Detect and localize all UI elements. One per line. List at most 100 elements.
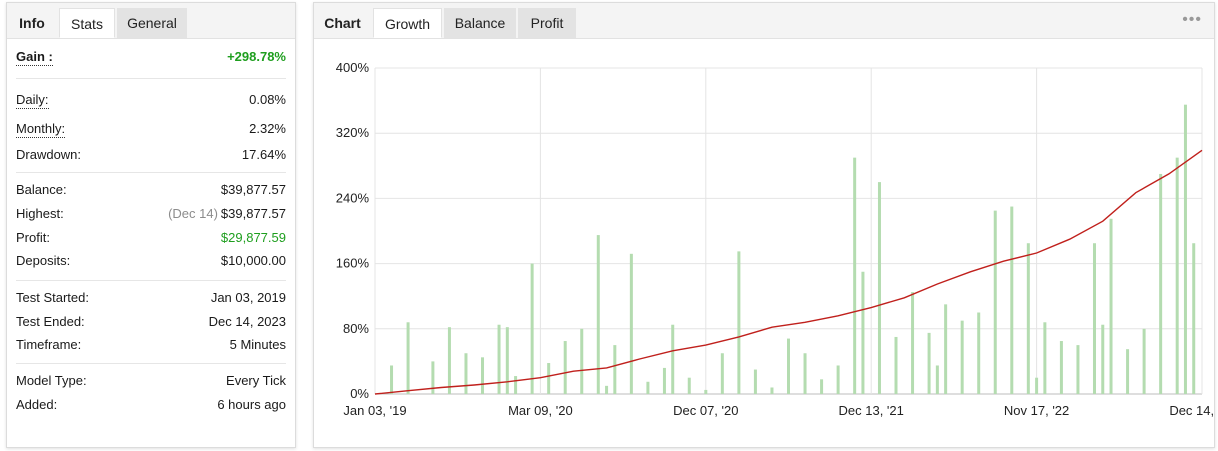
growth-bar [820, 379, 824, 394]
added-row: Added: 6 hours ago [16, 394, 286, 416]
balance-label: Balance: [16, 182, 67, 197]
growth-bar [836, 365, 840, 394]
test-started-row: Test Started: Jan 03, 2019 [16, 287, 286, 309]
growth-bar [1059, 341, 1063, 394]
timeframe-row: Timeframe: 5 Minutes [16, 334, 286, 356]
model-type-label: Model Type: [16, 373, 87, 388]
test-ended-label: Test Ended: [16, 314, 85, 329]
highest-date: (Dec 14) [168, 206, 218, 221]
growth-bar [1142, 328, 1146, 394]
y-tick-label: 0% [350, 386, 369, 401]
gain-row: Gain : +298.78% [16, 46, 286, 68]
drawdown-value: 17.64% [241, 147, 286, 162]
growth-bar [613, 345, 617, 394]
growth-bar [944, 304, 948, 394]
growth-bar [977, 312, 981, 394]
growth-bar [497, 324, 501, 394]
tab-chart[interactable]: Chart [314, 8, 371, 38]
test-ended-row: Test Ended: Dec 14, 2023 [16, 311, 286, 333]
growth-bar [911, 292, 915, 394]
growth-bar [605, 385, 609, 394]
growth-bar [1109, 218, 1113, 394]
growth-bar [1101, 324, 1105, 394]
daily-label[interactable]: Daily: [16, 92, 49, 109]
tab-balance[interactable]: Balance [444, 8, 516, 38]
growth-bar [406, 322, 410, 394]
growth-bar [770, 387, 774, 394]
x-tick-label: Nov 17, '22 [1004, 403, 1069, 418]
growth-bar [505, 327, 509, 394]
growth-bar [671, 324, 675, 394]
model-type-row: Model Type: Every Tick [16, 370, 286, 392]
tab-profit[interactable]: Profit [518, 8, 576, 38]
growth-bar [514, 376, 518, 394]
y-tick-label: 240% [336, 190, 370, 205]
tab-general[interactable]: General [117, 8, 187, 38]
x-tick-label: Mar 09, '20 [508, 403, 573, 418]
drawdown-label: Drawdown: [16, 147, 82, 162]
growth-bar [803, 353, 807, 394]
stats-panel: Info Stats General Gain : +298.78% Daily… [6, 2, 296, 448]
growth-bar [1159, 173, 1163, 394]
deposits-value: $10,000.00 [220, 253, 286, 268]
monthly-label[interactable]: Monthly: [16, 121, 66, 138]
growth-bar [1092, 243, 1096, 394]
growth-bar [447, 327, 451, 394]
divider [16, 78, 286, 79]
y-tick-label: 160% [336, 256, 370, 271]
test-started-value: Jan 03, 2019 [210, 290, 286, 305]
divider [16, 172, 286, 173]
highest-value: $39,877.57 [220, 206, 286, 221]
growth-bar [935, 365, 939, 394]
growth-bar [1043, 322, 1047, 394]
timeframe-label: Timeframe: [16, 337, 82, 352]
chart-panel: Chart Growth Balance Profit ••• 0% 80% 160… [313, 2, 1215, 448]
divider [16, 363, 286, 364]
y-tick-label: 80% [343, 321, 369, 336]
model-type-value: Every Tick [226, 373, 286, 388]
growth-bar [390, 365, 394, 394]
more-dots-icon[interactable]: ••• [1182, 11, 1202, 29]
added-value: 6 hours ago [217, 397, 286, 412]
tab-info[interactable]: Info [7, 8, 57, 38]
growth-bar [894, 336, 898, 394]
growth-bar [861, 271, 865, 394]
chart-tab-bar: Chart Growth Balance Profit ••• [314, 3, 1214, 39]
growth-bar [563, 341, 567, 394]
x-tick-label: Jan 03, '19 [343, 403, 406, 418]
divider [16, 280, 286, 281]
growth-bar [720, 353, 724, 394]
growth-bar [481, 357, 485, 394]
growth-bar [1175, 157, 1179, 394]
growth-bar [580, 328, 584, 394]
growth-bar [787, 338, 790, 394]
growth-bar [687, 377, 691, 394]
profit-value: $29,877.59 [220, 230, 286, 245]
x-tick-label: Dec 14, '23 [1169, 403, 1214, 418]
growth-bar [1010, 206, 1014, 394]
added-label: Added: [16, 397, 58, 412]
x-tick-label: Dec 13, '21 [839, 403, 904, 418]
growth-bar [662, 367, 666, 394]
growth-bar [1026, 243, 1030, 394]
profit-label: Profit: [16, 230, 50, 245]
gain-label[interactable]: Gain : [16, 49, 53, 66]
test-started-label: Test Started: [16, 290, 89, 305]
tab-stats[interactable]: Stats [59, 8, 115, 38]
growth-bar [877, 182, 881, 394]
test-ended-value: Dec 14, 2023 [208, 314, 286, 329]
growth-bar [596, 235, 600, 394]
timeframe-value: 5 Minutes [229, 337, 286, 352]
balance-row: Balance: $39,877.57 [16, 179, 286, 201]
drawdown-row: Drawdown: 17.64% [16, 144, 286, 166]
growth-bar [530, 263, 534, 394]
growth-bar [853, 157, 857, 394]
highest-row: Highest: (Dec 14) $39,877.57 [16, 203, 286, 225]
deposits-row: Deposits: $10,000.00 [16, 250, 286, 272]
growth-bar [431, 361, 435, 394]
growth-bar [1035, 377, 1039, 394]
profit-row: Profit: $29,877.59 [16, 227, 286, 249]
growth-bar [704, 389, 708, 394]
growth-bar [960, 320, 964, 394]
tab-growth[interactable]: Growth [373, 8, 442, 38]
